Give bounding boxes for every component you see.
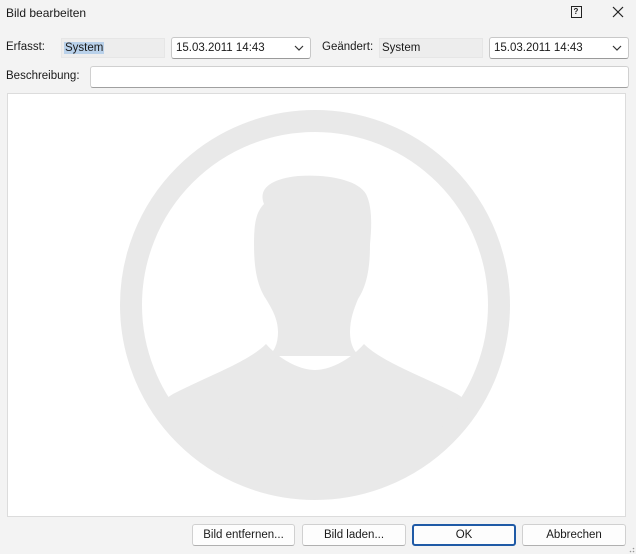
question-mark-box-icon: ? xyxy=(570,6,582,18)
created-label: Erfasst: xyxy=(6,41,45,53)
edit-image-dialog: Bild bearbeiten ? Erfasst: System 15.03.… xyxy=(0,0,636,554)
created-by-value: System xyxy=(64,42,105,54)
description-input[interactable] xyxy=(90,66,629,88)
close-button[interactable] xyxy=(606,2,630,22)
ok-button[interactable]: OK xyxy=(412,524,516,546)
title-bar: Bild bearbeiten ? xyxy=(0,0,636,26)
created-date-combo[interactable]: 15.03.2011 14:43 xyxy=(171,37,311,59)
help-button[interactable]: ? xyxy=(564,2,588,22)
dialog-title: Bild bearbeiten xyxy=(6,6,87,20)
load-image-button[interactable]: Bild laden... xyxy=(302,524,406,546)
description-label: Beschreibung: xyxy=(6,70,80,82)
changed-date-value: 15.03.2011 14:43 xyxy=(494,42,583,54)
cancel-button[interactable]: Abbrechen xyxy=(522,524,626,546)
chevron-down-icon xyxy=(612,45,622,51)
changed-date-combo[interactable]: 15.03.2011 14:43 xyxy=(489,37,629,59)
resize-grip-icon[interactable] xyxy=(627,545,635,553)
created-by-field[interactable]: System xyxy=(61,38,165,58)
close-x-icon xyxy=(612,6,624,18)
created-date-value: 15.03.2011 14:43 xyxy=(176,42,265,54)
changed-by-field[interactable]: System xyxy=(379,38,483,58)
image-preview[interactable] xyxy=(7,93,626,517)
changed-label: Geändert: xyxy=(322,41,374,53)
changed-by-value: System xyxy=(382,42,421,54)
person-silhouette-placeholder-icon xyxy=(120,110,510,500)
remove-image-button[interactable]: Bild entfernen... xyxy=(192,524,295,546)
chevron-down-icon xyxy=(294,45,304,51)
